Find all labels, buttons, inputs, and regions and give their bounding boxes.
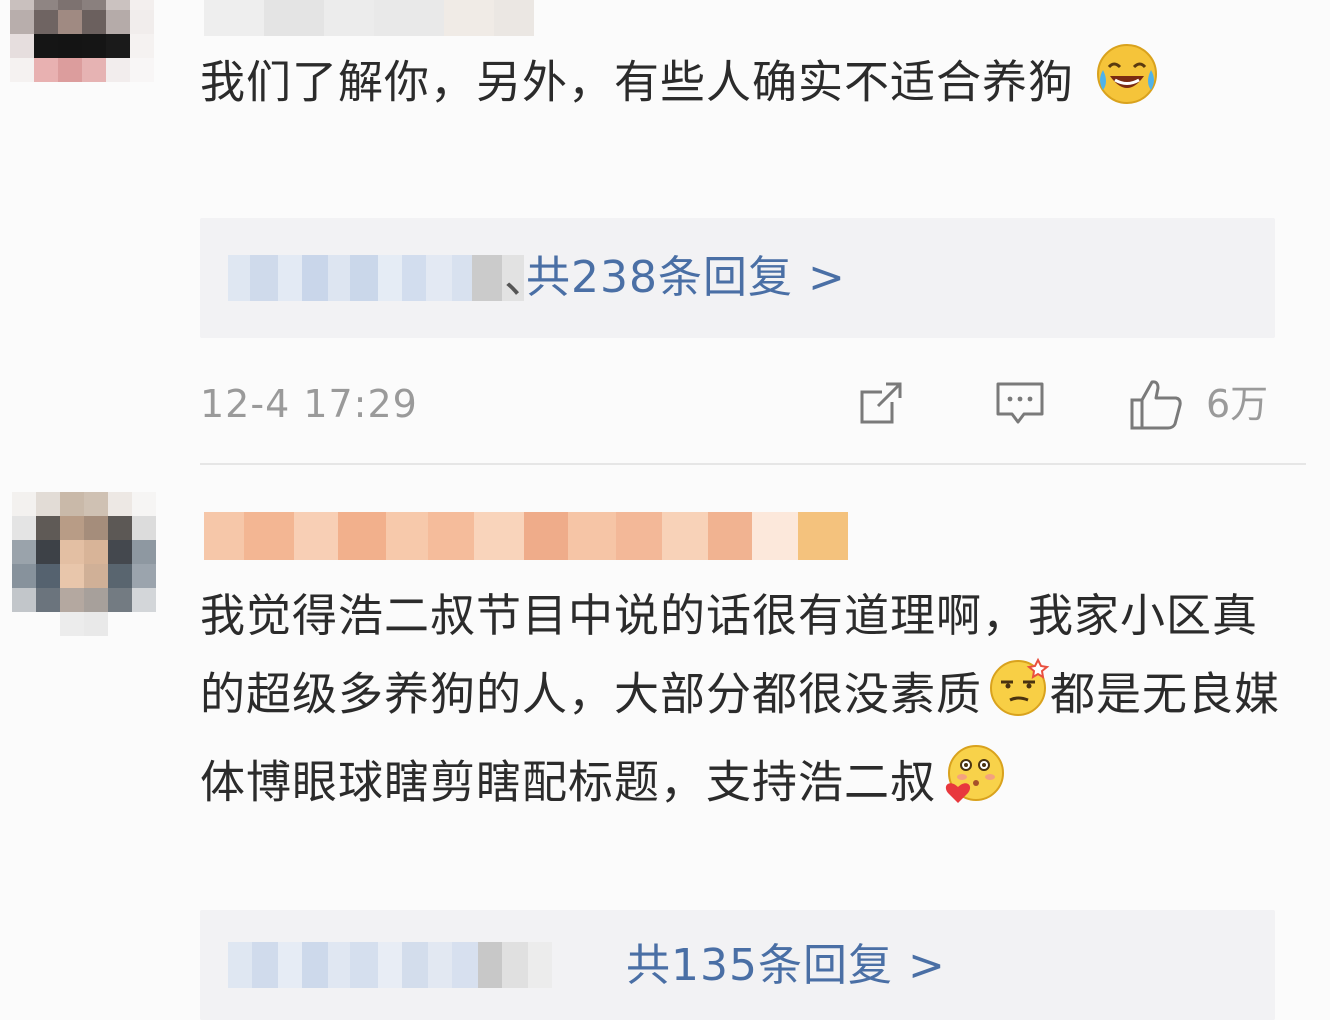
reply-preview-box[interactable]: 、 共238条回复 > (200, 218, 1275, 338)
view-replies-link[interactable]: 共238条回复 > (526, 248, 846, 308)
like-count: 6万 (1206, 382, 1269, 426)
reply-usernames-redacted (228, 255, 524, 301)
comment-meta-row: 12-4 17:29 6万 (200, 372, 1280, 436)
laugh-cry-emoji (1093, 40, 1161, 131)
heart-blush-emoji (940, 741, 1006, 830)
divider (200, 463, 1306, 465)
comment-text: 我们了解你，另外，有些人确实不适合养狗 (200, 40, 1280, 131)
username-redacted[interactable] (204, 0, 534, 36)
comment-icon[interactable] (994, 378, 1046, 432)
username-redacted[interactable] (204, 512, 848, 560)
share-icon[interactable] (856, 378, 906, 432)
avatar[interactable] (12, 492, 156, 636)
timestamp: 12-4 17:29 (200, 382, 418, 426)
comment-body: 我们了解你，另外，有些人确实不适合养狗 (200, 55, 1075, 109)
reply-usernames-redacted (228, 942, 552, 988)
view-replies-link[interactable]: 共135条回复 > (626, 936, 946, 996)
like-icon[interactable] (1128, 378, 1184, 436)
smug-face-emoji (986, 654, 1050, 741)
comment-feed: 我们了解你，另外，有些人确实不适合养狗 、 共238条回复 > 12-4 17:… (0, 0, 1330, 1020)
avatar[interactable] (10, 0, 154, 106)
reply-preview-box[interactable]: 共135条回复 > (200, 910, 1275, 1020)
comment-text: 我觉得浩二叔节目中说的话很有道理啊，我家小区真的超级多养狗的人，大部分都很没素质… (200, 578, 1290, 830)
